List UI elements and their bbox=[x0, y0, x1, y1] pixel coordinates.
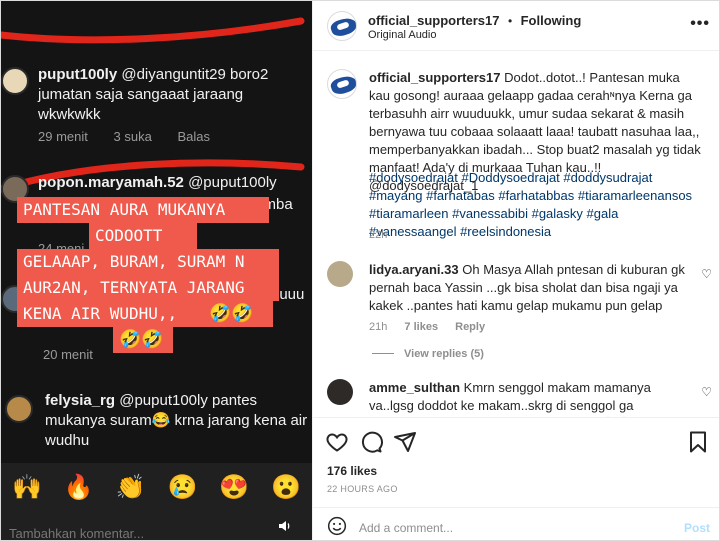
surprised-emoji[interactable]: 😮 bbox=[269, 471, 303, 505]
post-panel: official_supporters17 • Following Origin… bbox=[312, 1, 719, 540]
reel-post-view: puput100ly @diyanguntit29 boro2 jumatan … bbox=[0, 0, 720, 541]
overlay-line: GELAAAP, BURAM, SURAM N bbox=[17, 249, 279, 275]
video-comment: puput100ly @diyanguntit29 boro2 jumatan … bbox=[1, 65, 312, 147]
post-header: official_supporters17 • Following Origin… bbox=[313, 1, 719, 51]
video-comment: felysia_rg @puput100ly pantes mukanya su… bbox=[1, 391, 312, 461]
comment-likes: 3 suka bbox=[113, 129, 152, 144]
overlay-caption: PANTESAN AURA MUKANYA CODOOTT GELAAAP, B… bbox=[17, 197, 279, 353]
comment-username[interactable]: amme_sulthan bbox=[369, 380, 460, 395]
post-actions: 176 likes 22 HOURS AGO bbox=[313, 417, 719, 507]
overlay-line: CODOOTT bbox=[89, 223, 197, 249]
likes-count[interactable]: 176 likes bbox=[327, 464, 377, 478]
comment-likes[interactable]: 7 likes bbox=[404, 321, 438, 333]
caption-hashtags[interactable]: #dodysoedrajat #Doddysoedrajat #doddysud… bbox=[369, 169, 704, 241]
comment-bubble-icon[interactable] bbox=[359, 430, 383, 454]
comment-username: felysia_rg bbox=[45, 392, 116, 409]
bookmark-icon[interactable] bbox=[686, 430, 710, 454]
comment-username: popon.maryamah.52 bbox=[38, 174, 184, 191]
avatar bbox=[1, 67, 29, 95]
comment-username[interactable]: lidya.aryani.33 bbox=[369, 262, 459, 277]
overlay-line: KENA AIR WUDHU,, bbox=[17, 301, 203, 327]
post-button[interactable]: Post bbox=[684, 521, 710, 535]
reply-button[interactable]: Balas bbox=[177, 129, 210, 144]
heart-icon[interactable]: ♡ bbox=[701, 385, 712, 399]
overlay-line: AUR2AN, TERNYATA JARANG bbox=[17, 275, 279, 301]
following-button[interactable]: Following bbox=[521, 13, 582, 28]
clapping-emoji[interactable]: 👏 bbox=[114, 471, 148, 505]
separator-dot: • bbox=[507, 14, 513, 28]
speaker-icon[interactable] bbox=[278, 519, 292, 536]
avatar[interactable] bbox=[327, 11, 357, 41]
view-replies-button[interactable]: View replies (5) bbox=[404, 348, 484, 360]
laughing-emoji: 🤣🤣 bbox=[113, 327, 173, 353]
caption-time: 22h bbox=[369, 229, 388, 241]
comment: lidya.aryani.33 Oh Masya Allah pntesan d… bbox=[369, 261, 698, 315]
laughing-emoji: 🤣🤣 bbox=[203, 301, 273, 327]
heart-icon[interactable]: ♡ bbox=[701, 267, 712, 281]
avatar[interactable] bbox=[327, 379, 353, 405]
fire-emoji[interactable]: 🔥 bbox=[62, 471, 96, 505]
post-username[interactable]: official_supporters17 bbox=[368, 13, 500, 28]
red-scribble-top bbox=[1, 17, 305, 44]
emoji-smile-icon[interactable] bbox=[327, 516, 347, 536]
comment-username: puput100ly bbox=[38, 66, 118, 83]
overlay-line: PANTESAN AURA MUKANYA bbox=[17, 197, 269, 223]
reply-button[interactable]: Reply bbox=[455, 321, 485, 333]
more-options-icon[interactable]: ••• bbox=[690, 15, 710, 33]
audio-label[interactable]: Original Audio bbox=[368, 29, 437, 41]
comment-time: 21h bbox=[369, 321, 388, 333]
comment-time: 29 menit bbox=[38, 129, 88, 144]
raising-hands-emoji[interactable]: 🙌 bbox=[10, 471, 44, 505]
comment-mention: @puput100ly bbox=[188, 174, 277, 191]
reel-video[interactable]: puput100ly @diyanguntit29 boro2 jumatan … bbox=[1, 1, 312, 541]
comments-scroll[interactable]: official_supporters17 Dodot..dotot..! Pa… bbox=[313, 51, 719, 417]
avatar[interactable] bbox=[327, 69, 357, 99]
caption-username[interactable]: official_supporters17 bbox=[369, 70, 501, 85]
like-heart-icon[interactable] bbox=[325, 430, 349, 454]
comment-mention: @diyanguntit29 bbox=[121, 66, 226, 83]
posted-time: 22 HOURS AGO bbox=[327, 484, 398, 494]
avatar[interactable] bbox=[327, 261, 353, 287]
comment: amme_sulthan Kmrn senggol makam mamanya … bbox=[369, 379, 698, 417]
comment-mention: @puput100ly bbox=[119, 392, 208, 409]
avatar bbox=[5, 395, 33, 423]
video-comment-placeholder: Tambahkan komentar... bbox=[9, 526, 145, 541]
add-comment-bar: Add a comment... Post bbox=[313, 507, 719, 540]
add-comment-input[interactable]: Add a comment... bbox=[359, 521, 453, 535]
heart-eyes-emoji[interactable]: 😍 bbox=[217, 471, 251, 505]
emoji-reaction-bar: 🙌 🔥 👏 😢 😍 😮 bbox=[1, 463, 312, 513]
crying-emoji[interactable]: 😢 bbox=[165, 471, 199, 505]
view-replies-line bbox=[372, 353, 394, 354]
share-send-icon[interactable] bbox=[393, 430, 417, 454]
